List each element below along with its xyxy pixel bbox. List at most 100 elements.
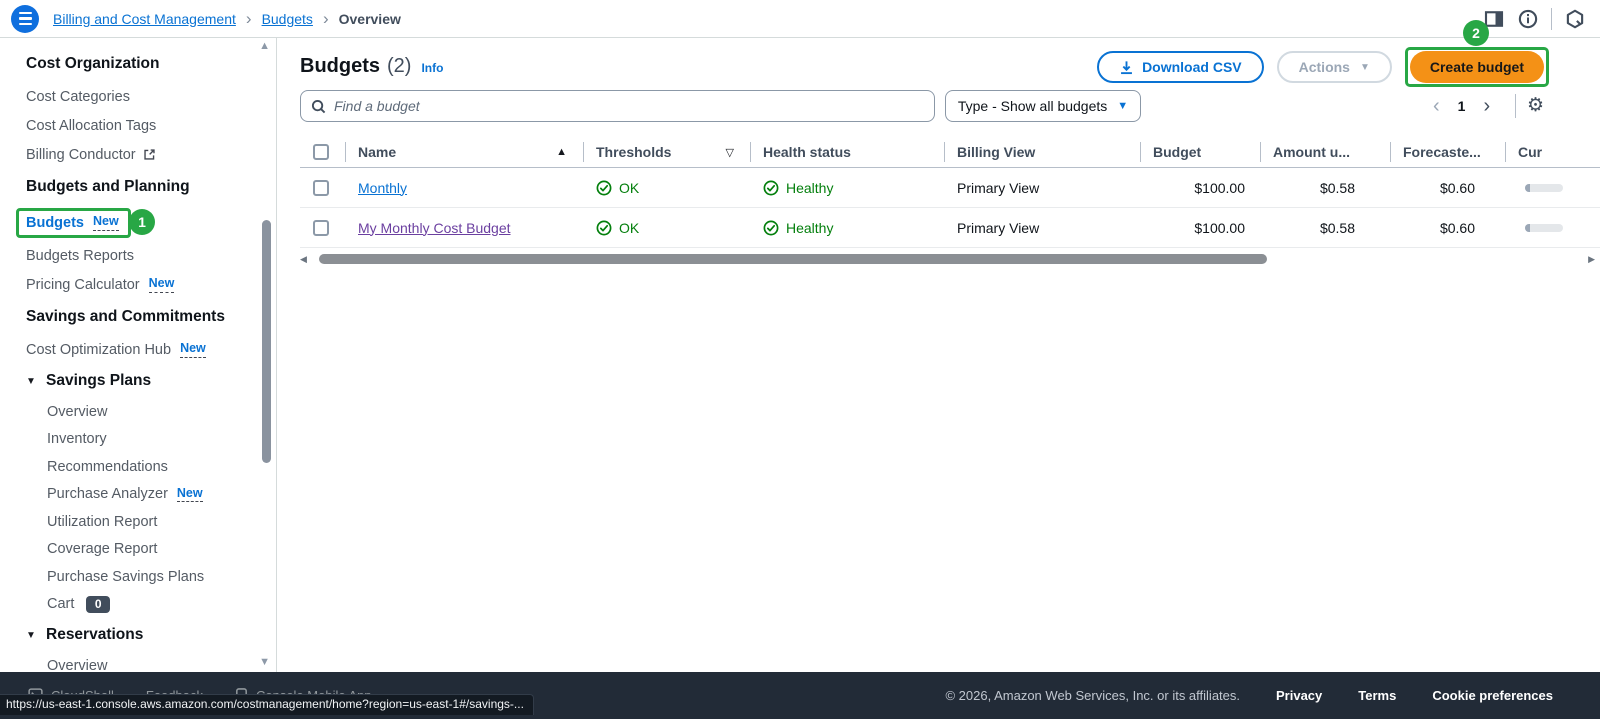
billing-view-cell: Primary View [957,219,1040,236]
sidebar-item-cost-categories[interactable]: Cost Categories [26,82,276,111]
sort-ascending-icon[interactable]: ▲ [556,146,567,158]
caret-down-icon: ▼ [1117,100,1129,112]
column-label: Name [358,144,397,160]
thresholds-cell: OK [583,208,750,247]
search-input[interactable] [334,98,934,114]
threshold-status-label: OK [619,219,640,236]
scroll-right-icon[interactable]: ▶ [1588,254,1595,265]
sidebar-item-label: Inventory [47,431,107,448]
billing-view-cell: Primary View [957,179,1040,196]
table-body: Monthly OK Healthy Primary View $100.00 $0.58… [300,168,1600,248]
sidebar: Cost Organization Cost Categories Cost All… [0,38,277,672]
annotation-step-2-badge: 2 [1463,20,1489,46]
sidebar-item-label: Budgets and Planning [26,178,190,195]
check-circle-icon [596,220,612,236]
filter-icon[interactable]: ▽ [726,146,734,159]
progress-bar [1525,223,1563,232]
column-header-amount-u: Amount u... [1260,137,1390,167]
health-status-label: Healthy [786,219,834,236]
sidebar-item-label: Savings Plans [46,372,152,389]
forecasted-cell: $0.60 [1439,179,1475,196]
sidebar-item-label: Overview [47,403,108,420]
main-content: Budgets (2) Info Download CSV Actions ▼ … [277,38,1600,672]
info-link[interactable]: Info [421,61,443,75]
breadcrumb: Billing and Cost Management › Budgets › Over… [53,10,401,27]
column-header-name[interactable]: Name ▲ [345,137,583,167]
sidebar-item-label: Recommendations [47,458,168,475]
cookie-preferences-link[interactable]: Cookie preferences [1432,688,1553,703]
health-status-cell: Healthy [750,168,944,207]
privacy-link[interactable]: Privacy [1276,688,1322,703]
scrollbar-thumb[interactable] [318,254,1267,264]
sidebar-item-label: Billing Conductor [26,146,136,163]
column-divider [1260,142,1261,162]
hamburger-menu-icon[interactable] [11,4,39,33]
cart-count-badge: 0 [86,595,111,613]
amount-used-cell: $0.58 [1319,219,1355,236]
sidebar-item-budgets-reports[interactable]: Budgets Reports [26,241,276,270]
row-checkbox[interactable] [313,179,329,196]
budgets-table: Name ▲ Thresholds ▽ Health status Billing Vie… [300,137,1600,248]
sidebar-item-recommendations[interactable]: Recommendations [26,453,276,481]
type-filter-label: Type - Show all budgets [957,98,1108,114]
caret-down-icon: ▼ [1359,61,1370,73]
sidebar-item-pricing-calculator[interactable]: Pricing Calculator New [26,270,276,299]
sidebar-item-cart[interactable]: Cart 0 [26,591,276,619]
table-header-row: Name ▲ Thresholds ▽ Health status Billing Vie… [300,137,1600,168]
progress-bar [1525,183,1563,192]
create-budget-button[interactable]: Create budget [1409,51,1544,83]
amazon-q-icon[interactable] [1558,2,1592,36]
column-header-billing-view: Billing View [944,137,1140,167]
sidebar-item-savings-plans[interactable]: ▼ Savings Plans [26,364,276,398]
scrollbar-track[interactable] [315,254,1580,264]
column-label: Health status [763,144,851,160]
sidebar-item-purchase-savings-plans[interactable]: Purchase Savings Plans [26,563,276,591]
sidebar-item-utilization-report[interactable]: Utilization Report [26,508,276,536]
info-icon[interactable] [1511,2,1545,36]
terms-link[interactable]: Terms [1358,688,1396,703]
sidebar-item-reservations[interactable]: ▼ Reservations [26,618,276,652]
scroll-left-icon[interactable]: ◀ [300,254,307,265]
budget-name-link[interactable]: My Monthly Cost Budget [358,220,511,236]
next-page-icon[interactable]: › [1477,95,1496,118]
sidebar-item-cost-optimization-hub[interactable]: Cost Optimization Hub New [26,335,276,364]
sidebar-scrollbar[interactable] [262,220,271,463]
threshold-status: OK [596,180,639,196]
download-csv-button[interactable]: Download CSV [1097,51,1264,83]
sidebar-item-coverage-report[interactable]: Coverage Report [26,536,276,564]
budget-name-link[interactable]: Monthly [358,180,407,196]
sidebar-item-label: Purchase Savings Plans [47,568,205,585]
actions-button[interactable]: Actions ▼ [1276,51,1392,83]
breadcrumb-billing-and-cost-management[interactable]: Billing and Cost Management [53,11,236,27]
column-divider [1140,142,1141,162]
threshold-status: OK [596,220,639,236]
sidebar-scroll-down-icon[interactable]: ▼ [259,656,270,668]
new-badge: New [180,341,206,358]
sidebar-item-label: Cost Optimization Hub [26,341,172,358]
sidebar-item-label: Coverage Report [47,541,158,558]
sidebar-item-purchase-analyzer[interactable]: Purchase Analyzer New [26,481,276,509]
sidebar-item-billing-conductor[interactable]: Billing Conductor [26,140,276,169]
column-divider [1505,142,1506,162]
row-checkbox[interactable] [313,219,329,236]
new-badge: New [93,214,119,231]
column-header-budget: Budget [1140,137,1260,167]
budget-amount-cell: $100.00 [1194,219,1245,236]
sidebar-item-cost-allocation-tags[interactable]: Cost Allocation Tags [26,111,276,140]
sidebar-scroll-up-icon[interactable]: ▲ [259,40,270,52]
breadcrumb-budgets[interactable]: Budgets [262,11,313,27]
new-badge: New [176,486,203,503]
select-all-checkbox[interactable] [313,144,329,160]
sidebar-item-label: Budgets [26,214,84,231]
sidebar-item-overview[interactable]: Overview [26,652,276,672]
breadcrumb-separator-icon: › [322,9,329,28]
sidebar-item-overview[interactable]: Overview [26,398,276,426]
table-settings-gear-icon[interactable]: ⚙ [1527,94,1544,117]
sidebar-item-inventory[interactable]: Inventory [26,426,276,454]
budget-name-cell: My Monthly Cost Budget [345,208,583,247]
column-header-thresholds[interactable]: Thresholds ▽ [583,137,750,167]
topbar-icons [1477,0,1600,38]
type-filter-dropdown[interactable]: Type - Show all budgets ▼ [945,90,1141,122]
previous-page-icon[interactable]: ‹ [1427,95,1446,118]
page-number[interactable]: 1 [1458,98,1466,114]
